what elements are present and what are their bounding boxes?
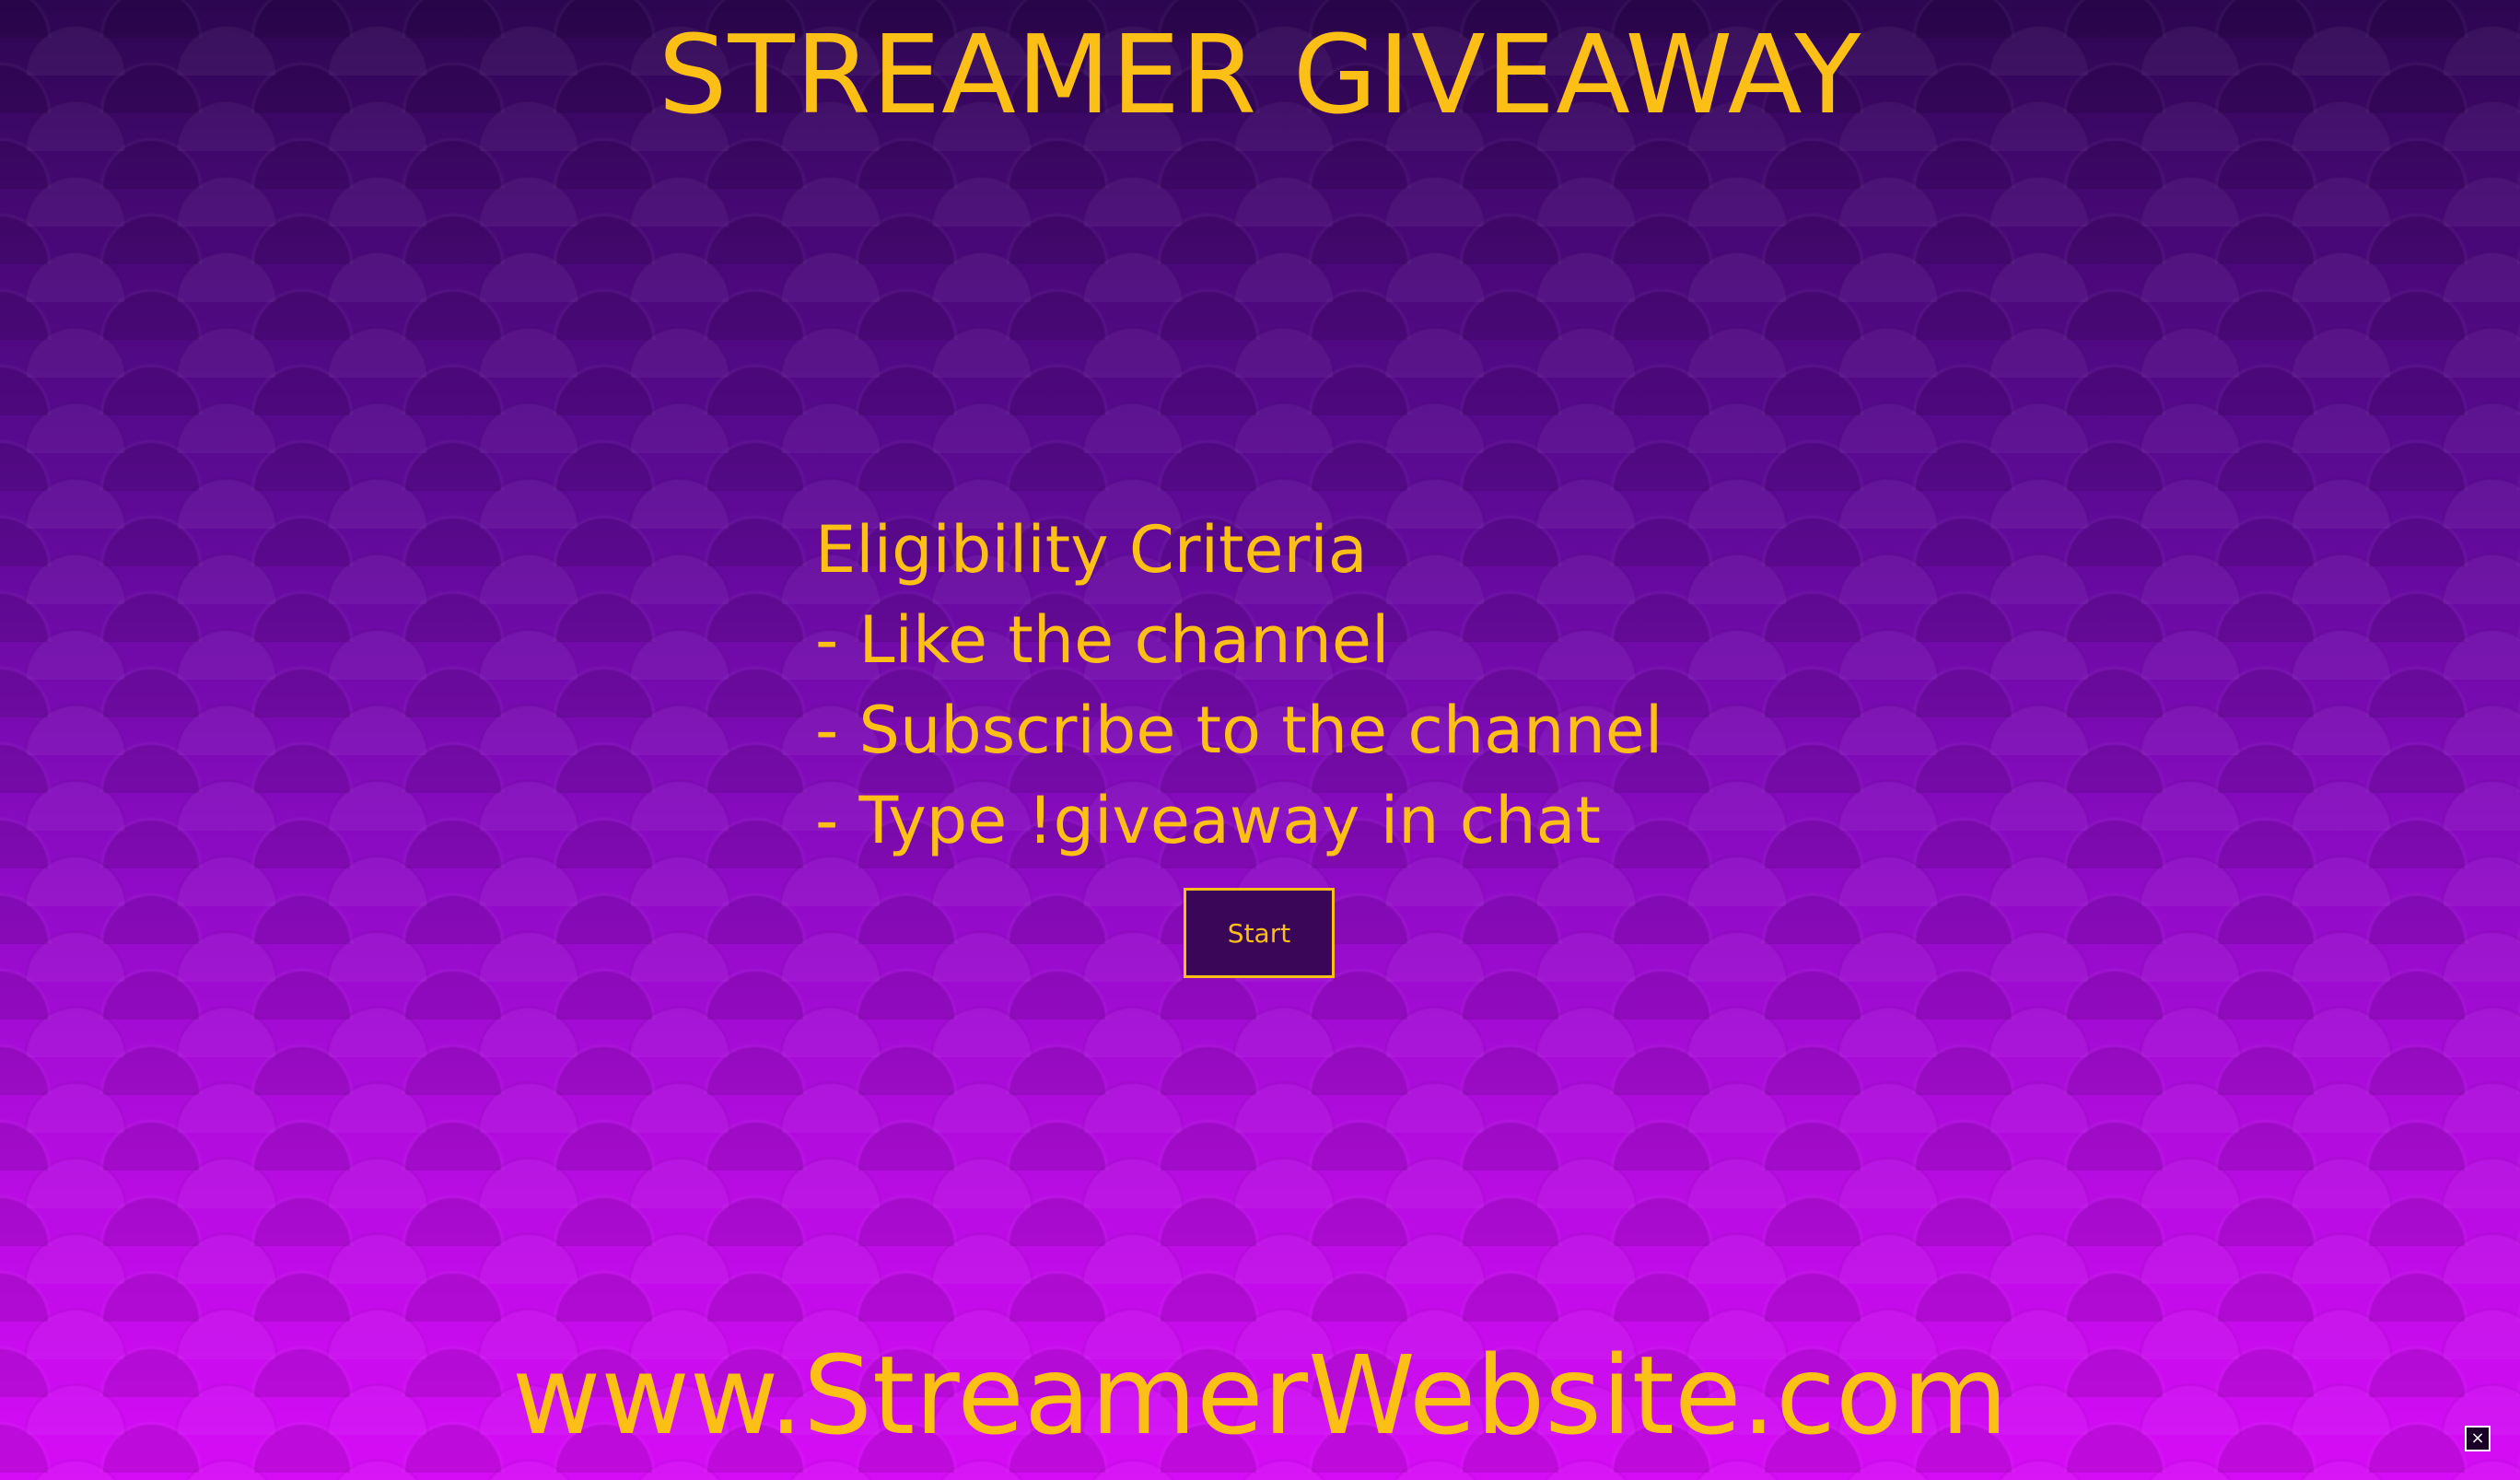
eligibility-criteria: Eligibility Criteria - Like the channel … <box>815 505 1662 866</box>
eligibility-heading: Eligibility Criteria <box>815 512 1368 588</box>
criteria-item-chat-command: - Type !giveaway in chat <box>815 783 1601 858</box>
criteria-item-subscribe: - Subscribe to the channel <box>815 693 1663 768</box>
website-url: www.StreamerWebsite.com <box>511 1332 2009 1459</box>
close-icon[interactable]: × <box>2465 1426 2491 1451</box>
start-button[interactable]: Start <box>1184 888 1335 978</box>
criteria-item-like: - Like the channel <box>815 602 1390 678</box>
page-title: STREAMER GIVEAWAY <box>658 11 1862 138</box>
